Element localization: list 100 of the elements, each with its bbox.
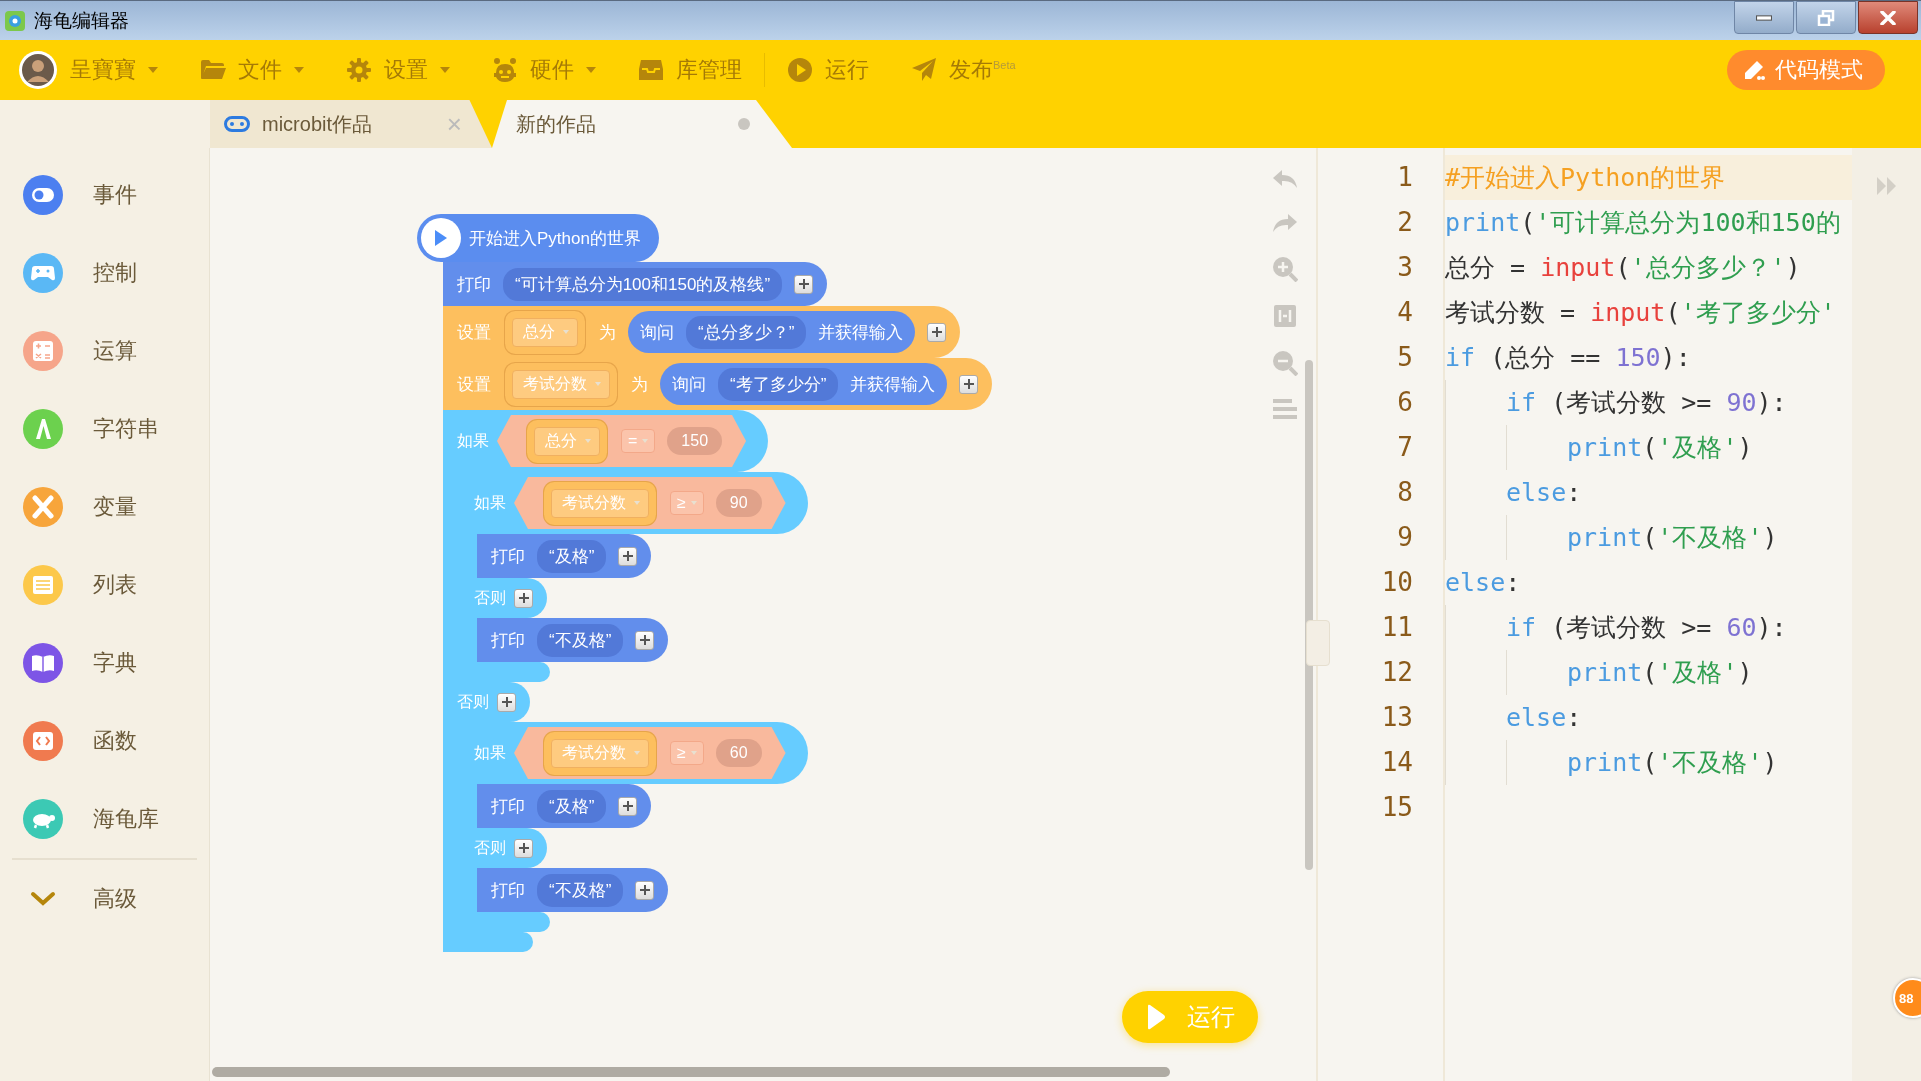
operator-dropdown[interactable]: ≥ xyxy=(670,741,704,765)
line-number: 9 xyxy=(1396,521,1414,554)
number-input[interactable]: 90 xyxy=(715,489,762,517)
block-label: 打印 xyxy=(491,879,525,902)
play-icon xyxy=(787,57,813,83)
tab-close-button[interactable]: × xyxy=(446,108,462,140)
menu-item[interactable]: 硬件 xyxy=(492,55,596,85)
code-line: print('及格') xyxy=(1567,432,1754,464)
block-label: 询问 xyxy=(672,373,706,396)
block-label: 否则 xyxy=(457,691,489,712)
operator-dropdown[interactable]: = xyxy=(621,429,656,453)
block-label: 为 xyxy=(599,321,616,344)
category-item[interactable]: 事件 xyxy=(0,156,209,234)
text-input[interactable]: “及格” xyxy=(537,789,607,823)
category-item[interactable]: 海龟库 xyxy=(0,780,209,858)
plus-icon xyxy=(517,592,530,604)
restore-button[interactable] xyxy=(1796,1,1856,34)
add-button[interactable] xyxy=(635,630,655,650)
text-input[interactable]: “可计算总分为100和150的及格线” xyxy=(503,267,783,301)
vertical-scrollbar[interactable] xyxy=(1305,360,1313,870)
line-number: 7 xyxy=(1396,431,1414,464)
category-item[interactable]: 列表 xyxy=(0,546,209,624)
menu-item[interactable]: 库管理 xyxy=(638,55,742,85)
code-line: 总分 = input('总分多少？') xyxy=(1445,252,1802,284)
line-number: 6 xyxy=(1396,386,1414,419)
robot-icon xyxy=(492,57,518,83)
line-number: 5 xyxy=(1396,341,1414,374)
caret-icon xyxy=(148,67,158,73)
plus-icon xyxy=(797,278,810,290)
pencil-icon xyxy=(1743,59,1765,81)
category-item[interactable]: 控制 xyxy=(0,234,209,312)
block-label: 否则 xyxy=(474,587,506,608)
text-input[interactable]: “考了多少分” xyxy=(718,367,839,401)
code-line: if (考试分数 >= 90): xyxy=(1506,387,1788,419)
unsaved-dot xyxy=(738,118,750,130)
category-item[interactable]: 函数 xyxy=(0,702,209,780)
line-number: 2 xyxy=(1396,206,1414,239)
app-logo-icon xyxy=(4,9,26,32)
plus-icon xyxy=(962,378,975,390)
settings-icon xyxy=(346,57,372,83)
add-button[interactable] xyxy=(618,546,638,566)
close-button[interactable] xyxy=(1858,1,1918,34)
caret-icon xyxy=(586,67,596,73)
code-line: print('不及格') xyxy=(1567,522,1779,554)
line-number: 11 xyxy=(1380,611,1414,644)
operator-dropdown[interactable]: ≥ xyxy=(670,491,704,515)
minimize-button[interactable] xyxy=(1734,1,1794,34)
text-input[interactable]: “及格” xyxy=(537,539,607,573)
editor-tab[interactable]: microbit作品 × xyxy=(210,100,492,148)
add-button[interactable] xyxy=(514,588,533,608)
user-menu[interactable]: 呈寶寶 xyxy=(18,50,158,90)
run-button[interactable]: 运行 xyxy=(1122,991,1258,1043)
number-input[interactable]: 150 xyxy=(667,427,723,455)
number-input[interactable]: 60 xyxy=(715,739,762,767)
panel-splitter-handle[interactable] xyxy=(1306,620,1330,666)
block-label: 并获得输入 xyxy=(818,321,904,344)
window-title: 海龟编辑器 xyxy=(34,8,129,33)
block-label: 打印 xyxy=(491,795,525,818)
advanced-toggle[interactable]: 高级 xyxy=(0,860,209,938)
block-label: 设置 xyxy=(457,321,491,344)
inbox-icon xyxy=(638,57,664,83)
add-button[interactable] xyxy=(497,692,516,712)
line-number: 4 xyxy=(1396,296,1414,329)
caret-icon xyxy=(294,67,304,73)
add-button[interactable] xyxy=(959,374,979,394)
menu-item[interactable]: 设置 xyxy=(346,55,450,85)
category-item[interactable]: 运算 xyxy=(0,312,209,390)
menu-item[interactable]: 运行 xyxy=(787,55,869,85)
block-label: 为 xyxy=(631,373,648,396)
add-button[interactable] xyxy=(618,796,638,816)
menu-item[interactable]: 发布$^{Beta}$ xyxy=(911,55,1016,85)
code-line: else: xyxy=(1445,567,1522,599)
category-item[interactable]: 变量 xyxy=(0,468,209,546)
microbit-icon xyxy=(224,116,250,132)
block-label: 打印 xyxy=(491,629,525,652)
add-button[interactable] xyxy=(794,274,814,294)
restore-icon xyxy=(1817,9,1835,26)
block-label: 打印 xyxy=(457,273,491,296)
play-icon xyxy=(434,229,448,247)
text-input[interactable]: “总分多少？” xyxy=(686,315,807,349)
horizontal-scrollbar[interactable] xyxy=(212,1067,1170,1077)
line-number: 15 xyxy=(1380,791,1414,824)
category-item[interactable]: 字典 xyxy=(0,624,209,702)
code-line: else: xyxy=(1506,477,1583,509)
code-line: 考试分数 = input('考了多少分' xyxy=(1445,297,1837,329)
add-button[interactable] xyxy=(514,838,533,858)
add-button[interactable] xyxy=(927,322,947,342)
editor-tab[interactable]: 新的作品 xyxy=(492,100,792,148)
category-item[interactable]: 字符串 xyxy=(0,390,209,468)
menu-item[interactable]: 文件 xyxy=(200,55,304,85)
line-number: 13 xyxy=(1380,701,1414,734)
add-button[interactable] xyxy=(635,880,655,900)
block-label: 设置 xyxy=(457,373,491,396)
line-number: 12 xyxy=(1380,656,1414,689)
line-number: 14 xyxy=(1380,746,1414,779)
code-line: if (考试分数 >= 60): xyxy=(1506,612,1788,644)
code-mode-button[interactable]: 代码模式 xyxy=(1727,50,1885,90)
code-line: print('及格') xyxy=(1567,657,1754,689)
text-input[interactable]: “不及格” xyxy=(537,873,624,907)
text-input[interactable]: “不及格” xyxy=(537,623,624,657)
